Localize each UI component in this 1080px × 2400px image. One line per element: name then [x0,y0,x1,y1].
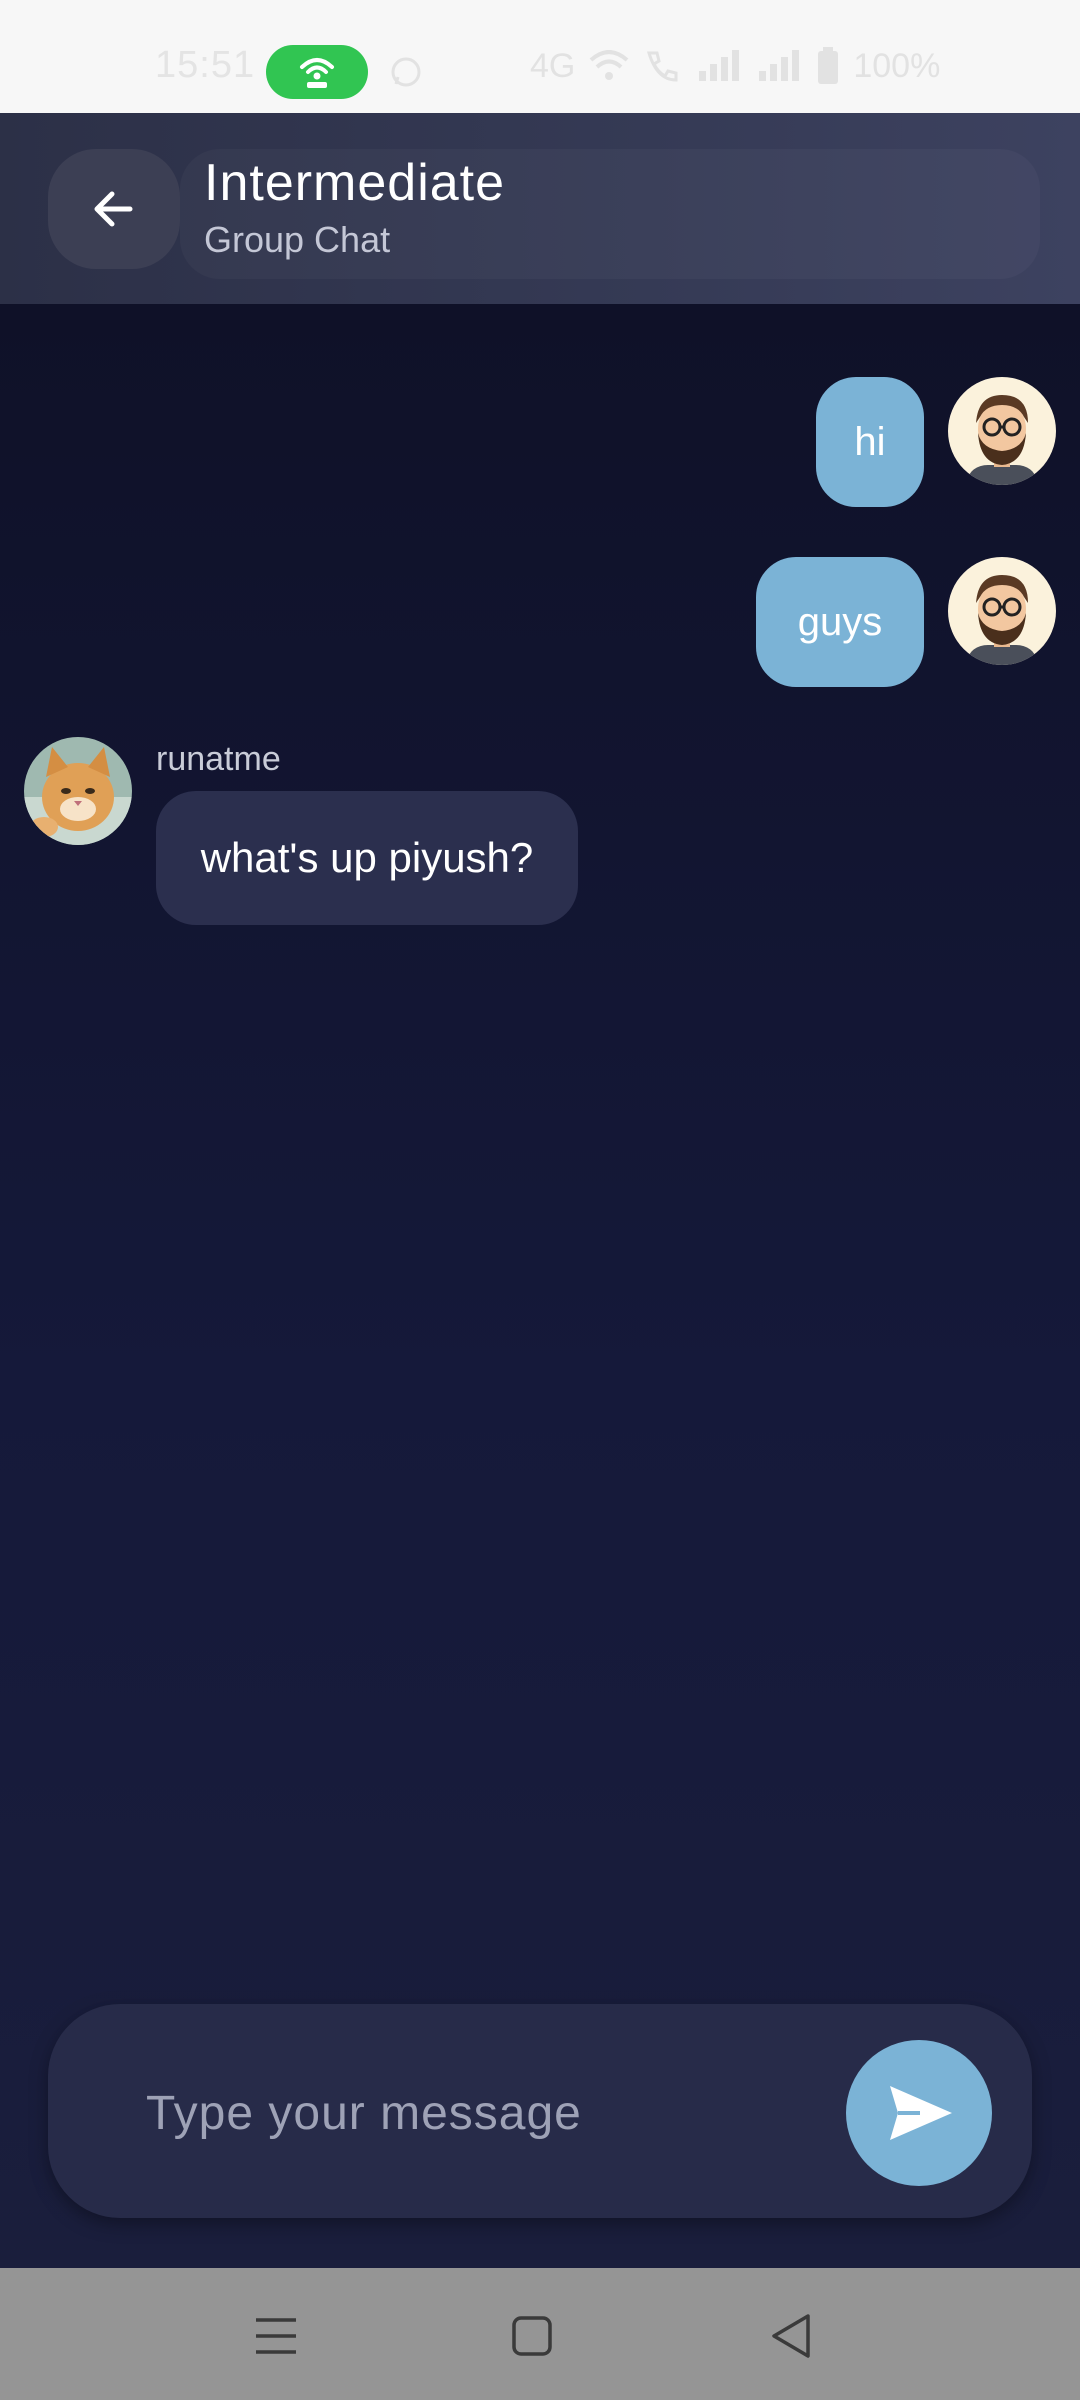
network-type: 4G [530,46,576,85]
status-icons: 4G 100% [530,44,940,88]
chat-title: Intermediate [204,154,506,212]
status-bar: 15:51 4G 100% [0,0,1080,113]
send-icon [890,2086,952,2140]
message-list[interactable]: hi guys runatme what's up piyush? [0,304,1080,2268]
signal-icon [759,50,800,81]
wifi-icon [590,50,629,80]
send-button[interactable] [846,2040,992,2186]
back-button[interactable] [48,149,180,269]
battery-level: 100% [853,46,941,85]
hotspot-icon [300,58,334,88]
message-input[interactable] [144,2072,788,2154]
whatsapp-icon [391,57,421,87]
outgoing-message-bubble[interactable]: hi [816,377,924,507]
message-text: guys [797,599,883,644]
status-time: 15:51 [155,44,256,86]
menu-icon[interactable] [248,2308,304,2364]
incoming-message-bubble[interactable]: what's up piyush? [156,791,578,925]
back-triangle-icon[interactable] [764,2308,820,2364]
outgoing-message-bubble[interactable]: guys [756,557,924,687]
hotspot-indicator[interactable] [266,45,368,99]
system-nav-bar [0,2268,1080,2400]
chat-subtitle: Group Chat [204,219,391,260]
arrow-left-icon [94,191,133,227]
message-composer [48,2004,1032,2218]
message-text: hi [854,419,886,464]
chat-header: Intermediate Group Chat [0,113,1080,304]
bearded-man-avatar[interactable] [948,557,1056,665]
orange-cat-avatar[interactable] [24,737,132,845]
home-icon[interactable] [504,2308,560,2364]
message-text: what's up piyush? [200,834,534,881]
bearded-man-avatar[interactable] [948,377,1056,485]
battery-icon [818,47,839,84]
sender-name: runatme [156,740,281,778]
volte-call-icon [647,51,678,82]
signal-icon [699,50,740,81]
